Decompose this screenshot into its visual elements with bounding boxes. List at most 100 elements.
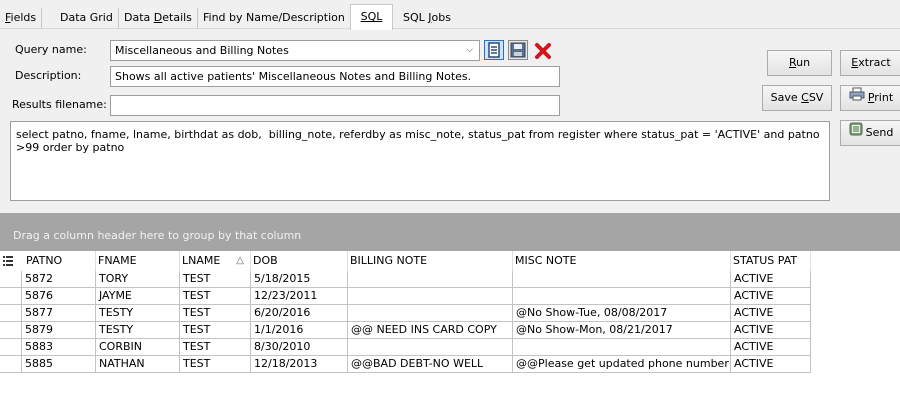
table-cell[interactable]: TEST: [180, 305, 251, 322]
run-button[interactable]: Run: [767, 50, 832, 76]
results-filename-field[interactable]: [110, 95, 560, 116]
tab-fields[interactable]: Fields: [0, 8, 43, 29]
table-cell[interactable]: @No Show-Mon, 08/21/2017: [513, 322, 731, 339]
row-indicator[interactable]: [0, 356, 22, 373]
column-header-fname[interactable]: FNAME: [96, 251, 180, 271]
table-cell[interactable]: TEST: [180, 271, 251, 288]
table-cell[interactable]: 5883: [22, 339, 96, 356]
table-cell[interactable]: 12/23/2011: [251, 288, 348, 305]
table-cell[interactable]: 5872: [22, 271, 96, 288]
table-cell[interactable]: @No Show-Tue, 08/08/2017: [513, 305, 731, 322]
table-cell[interactable]: [513, 271, 731, 288]
table-cell[interactable]: NATHAN: [96, 356, 180, 373]
table-cell[interactable]: ACTIVE: [731, 339, 811, 356]
table-cell[interactable]: ACTIVE: [731, 271, 811, 288]
table-cell[interactable]: @@BAD DEBT-NO WELL: [348, 356, 513, 373]
group-by-hint: Drag a column header here to group by th…: [13, 229, 302, 242]
sql-query-form: Query name: Miscellaneous and Billing No…: [0, 29, 900, 212]
extract-button[interactable]: Extract: [840, 50, 900, 76]
tab-label: ields: [10, 11, 37, 24]
button-label: Save: [770, 91, 802, 104]
description-field[interactable]: Shows all active patients' Miscellaneous…: [110, 66, 560, 87]
row-indicator[interactable]: [0, 305, 22, 322]
results-filename-label: Results filename:: [12, 98, 107, 111]
table-row[interactable]: 5885 NATHAN TEST 12/18/2013 @@BAD DEBT-NO WE…: [0, 356, 900, 373]
column-header-lname[interactable]: LNAME △: [180, 251, 251, 271]
delete-query-icon: [535, 43, 551, 59]
table-cell[interactable]: ACTIVE: [731, 356, 811, 373]
table-cell[interactable]: 5/18/2015: [251, 271, 348, 288]
button-label-accel: C: [801, 91, 809, 104]
table-cell[interactable]: JAYME: [96, 288, 180, 305]
tab-label: etails: [162, 11, 192, 24]
table-cell[interactable]: 1/1/2016: [251, 322, 348, 339]
table-cell[interactable]: @@ NEED INS CARD COPY: [348, 322, 513, 339]
table-row[interactable]: 5883 CORBIN TEST 8/30/2010 ACTIVE: [0, 339, 900, 356]
row-indicator[interactable]: [0, 288, 22, 305]
table-cell[interactable]: 5877: [22, 305, 96, 322]
tab-data-grid[interactable]: Data Grid: [55, 8, 119, 29]
table-cell[interactable]: [513, 288, 731, 305]
tab-sql-jobs[interactable]: SQL Jobs: [398, 8, 456, 29]
column-header-label: PATNO: [26, 254, 63, 267]
table-cell[interactable]: CORBIN: [96, 339, 180, 356]
table-cell[interactable]: 8/30/2010: [251, 339, 348, 356]
table-cell[interactable]: [348, 339, 513, 356]
column-header-dob[interactable]: DOB: [251, 251, 348, 271]
table-row[interactable]: 5879 TESTY TEST 1/1/2016 @@ NEED INS CARD CO…: [0, 322, 900, 339]
table-cell[interactable]: TEST: [180, 356, 251, 373]
table-cell[interactable]: 5885: [22, 356, 96, 373]
send-button[interactable]: Send: [840, 120, 900, 146]
table-cell[interactable]: 12/18/2013: [251, 356, 348, 373]
button-label: Send: [865, 126, 894, 139]
table-cell[interactable]: TEST: [180, 288, 251, 305]
column-header-status-pat[interactable]: STATUS PAT: [731, 251, 811, 271]
open-query-button[interactable]: [484, 40, 504, 60]
table-cell[interactable]: [348, 305, 513, 322]
tab-find-by-name[interactable]: Find by Name/Description: [198, 8, 351, 29]
table-cell[interactable]: 6/20/2016: [251, 305, 348, 322]
row-indicator[interactable]: [0, 339, 22, 356]
chevron-down-icon[interactable]: ⌵: [466, 41, 473, 60]
table-cell[interactable]: TESTY: [96, 322, 180, 339]
table-cell[interactable]: TEST: [180, 322, 251, 339]
table-cell[interactable]: TORY: [96, 271, 180, 288]
table-cell[interactable]: ACTIVE: [731, 322, 811, 339]
column-header-billing-note[interactable]: BILLING NOTE: [348, 251, 513, 271]
tab-sql[interactable]: SQL: [350, 4, 393, 30]
tab-data-details[interactable]: Data Details: [119, 8, 198, 29]
table-cell[interactable]: [348, 288, 513, 305]
query-name-combobox[interactable]: Miscellaneous and Billing Notes ⌵: [110, 40, 480, 61]
save-query-button[interactable]: [508, 40, 528, 60]
print-button[interactable]: Print: [840, 85, 900, 111]
table-cell[interactable]: ACTIVE: [731, 305, 811, 322]
column-chooser-button[interactable]: [0, 251, 22, 271]
table-cell[interactable]: TESTY: [96, 305, 180, 322]
table-row[interactable]: 5872 TORY TEST 5/18/2015 ACTIVE: [0, 271, 900, 288]
table-cell[interactable]: @@Please get updated phone number: [513, 356, 731, 373]
sort-ascending-icon: △: [236, 255, 244, 266]
table-cell[interactable]: TEST: [180, 339, 251, 356]
table-row[interactable]: 5876 JAYME TEST 12/23/2011 ACTIVE: [0, 288, 900, 305]
save-csv-button[interactable]: Save CSV: [762, 85, 832, 111]
table-cell[interactable]: [513, 339, 731, 356]
send-icon: [849, 121, 863, 145]
group-by-panel[interactable]: Drag a column header here to group by th…: [0, 213, 900, 251]
table-cell[interactable]: ACTIVE: [731, 288, 811, 305]
table-cell[interactable]: 5879: [22, 322, 96, 339]
tab-label: SQL: [403, 11, 429, 24]
column-header-patno[interactable]: PATNO: [22, 251, 96, 271]
row-indicator[interactable]: [0, 271, 22, 288]
table-cell[interactable]: [348, 271, 513, 288]
column-header-label: DOB: [253, 254, 278, 267]
table-cell[interactable]: 5876: [22, 288, 96, 305]
table-row[interactable]: 5877 TESTY TEST 6/20/2016 @No Show-Tue, 08/0…: [0, 305, 900, 322]
grid-header: PATNO FNAME LNAME △ DOB BILLING NOTE MISC…: [0, 251, 900, 271]
printer-icon: [849, 86, 865, 110]
query-name-value: Miscellaneous and Billing Notes: [115, 44, 289, 57]
sql-editor[interactable]: select patno, fname, lname, birthdat as …: [10, 121, 830, 201]
delete-query-button[interactable]: [532, 40, 552, 60]
column-header-misc-note[interactable]: MISC NOTE: [513, 251, 731, 271]
tab-label: obs: [431, 11, 451, 24]
row-indicator[interactable]: [0, 322, 22, 339]
